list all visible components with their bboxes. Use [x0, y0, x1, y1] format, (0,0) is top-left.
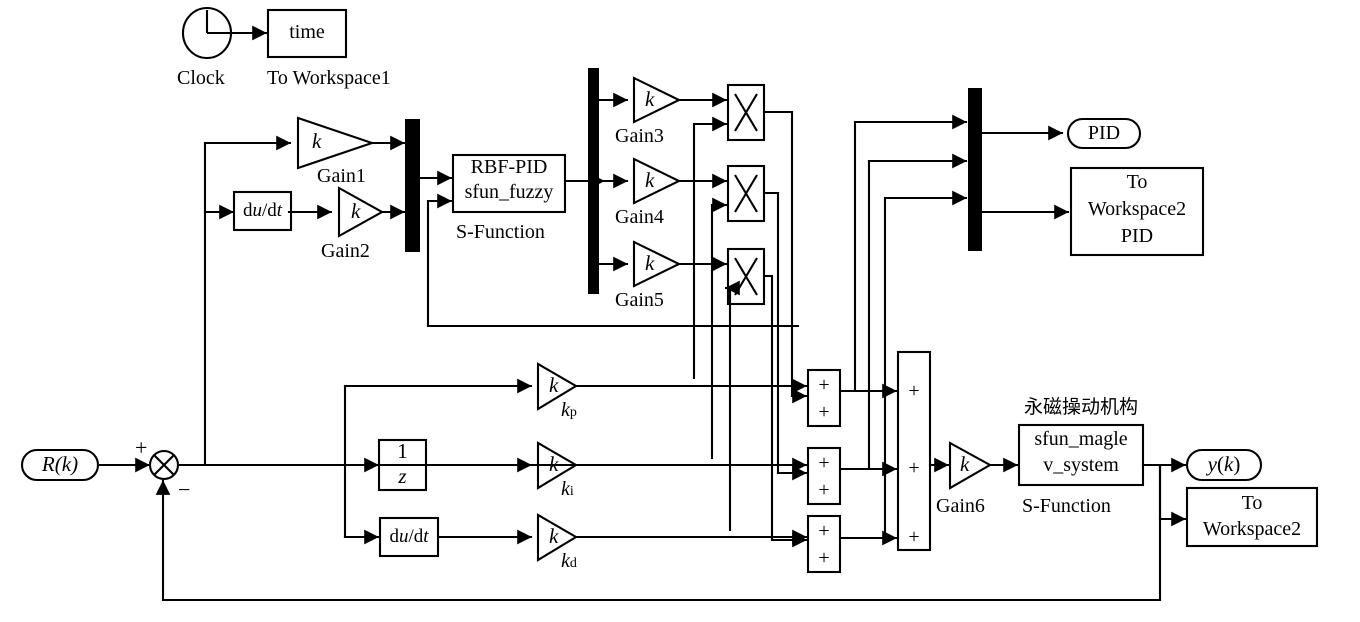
- gain1-symbol: k: [312, 129, 322, 153]
- sum-total-sign2: +: [908, 457, 920, 479]
- wire-gain4-to-product2: [677, 116, 728, 380]
- diagram-wiring-layer: [20, 6, 1319, 602]
- sfun-fuzzy-label: S-Function: [456, 221, 545, 243]
- mux2-shape: [968, 88, 982, 251]
- sum-total-sign1: +: [908, 380, 920, 402]
- gain6-symbol: k: [960, 452, 970, 476]
- gain1-label: Gain1: [317, 165, 366, 187]
- gain-kp-label: kp: [561, 399, 577, 421]
- sum-minus-sign: −: [178, 477, 191, 502]
- r-inport-value: R(k): [41, 452, 79, 476]
- gain5-label: Gain5: [615, 289, 664, 311]
- gain1-shape: [296, 116, 376, 170]
- clock-icon: [181, 6, 233, 60]
- pid-outport-value: PID: [1087, 122, 1121, 144]
- wire-sum-i-to-mux2: [867, 153, 968, 471]
- derivative-e-value: du/dt: [242, 200, 283, 221]
- mux1-shape: [405, 119, 420, 252]
- gain3-symbol: k: [645, 87, 655, 111]
- sum-d-sign1: +: [818, 520, 830, 542]
- wire-gain5-to-product3: [677, 197, 728, 460]
- gain-kp-symbol: k: [549, 373, 559, 397]
- sum-plus-sign: +: [135, 435, 148, 460]
- unit-delay-num: 1: [397, 439, 408, 463]
- gain6-shape: [948, 441, 993, 490]
- derivative-d-value: du/dt: [389, 526, 429, 547]
- gain-kd-symbol: k: [549, 524, 559, 548]
- wire-product3-to-sum-d: [762, 274, 808, 548]
- wire-bus-to-product3-port2: [724, 280, 740, 532]
- demux1-shape: [588, 68, 599, 294]
- wire-product2-to-sum-i: [762, 191, 808, 481]
- sum-i-sign1: +: [818, 452, 830, 474]
- gain4-symbol: k: [645, 168, 655, 192]
- sfun-maglev-label: S-Function: [1022, 495, 1111, 517]
- wire-sum-p-to-mux2: [853, 114, 968, 393]
- sum-error-shape: [148, 449, 180, 481]
- gain-ki-symbol: k: [549, 452, 559, 476]
- sum-total-sign3: +: [908, 526, 920, 548]
- gain-kd-label: kd: [561, 550, 577, 572]
- plant-caption: 永磁操动机构: [1023, 396, 1138, 418]
- simulink-diagram-canvas: Clock time To Workspace1 k Gain1 du/dt k…: [0, 0, 1360, 622]
- y-outport-value: y(k): [1207, 452, 1241, 476]
- sum-d-sign2: +: [818, 547, 830, 569]
- gain2-symbol: k: [351, 199, 361, 223]
- to-workspace2-y-line1: To: [1241, 492, 1263, 514]
- gain5-symbol: k: [645, 251, 655, 275]
- sum-i-sign2: +: [818, 479, 830, 501]
- to-workspace2-pid-line3: PID: [1120, 225, 1154, 247]
- gain-ki-label: ki: [561, 478, 574, 500]
- unit-delay-den: z: [398, 464, 407, 488]
- gain6-label: Gain6: [936, 495, 985, 517]
- gain3-shape: [632, 76, 682, 124]
- to-workspace2-pid-line2: Workspace2: [1087, 198, 1187, 220]
- gain4-shape: [632, 157, 682, 205]
- sfun-maglev-line2: v_system: [1043, 454, 1119, 476]
- wire-product1-to-sum-p: [762, 110, 808, 404]
- sfun-maglev-line1: sfun_magle: [1034, 428, 1128, 450]
- sfun-fuzzy-line1: RBF-PID: [470, 156, 548, 178]
- sum-p-sign1: +: [818, 374, 830, 396]
- clock-label: Clock: [177, 67, 225, 89]
- gain5-shape: [632, 240, 682, 288]
- gain2-label: Gain2: [321, 240, 370, 262]
- to-workspace1-value: time: [289, 21, 325, 43]
- gain4-label: Gain4: [615, 206, 664, 228]
- to-workspace2-y-line2: Workspace2: [1202, 518, 1302, 540]
- to-workspace2-pid-line1: To: [1126, 171, 1148, 193]
- sum-p-sign2: +: [818, 401, 830, 423]
- gain3-label: Gain3: [615, 125, 664, 147]
- to-workspace1-label: To Workspace1: [267, 67, 391, 89]
- gain2-shape: [337, 186, 385, 238]
- sfun-fuzzy-line2: sfun_fuzzy: [464, 181, 554, 203]
